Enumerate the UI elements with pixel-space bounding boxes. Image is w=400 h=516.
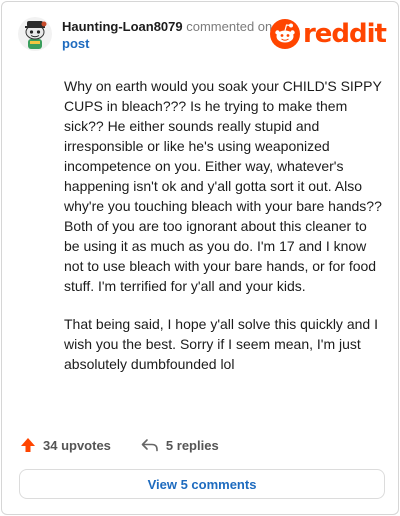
reply-arrow-icon bbox=[141, 439, 158, 452]
replies-count: 5 replies bbox=[165, 437, 219, 453]
username[interactable]: Haunting-Loan8079 bbox=[62, 19, 183, 34]
commented-on-text: commented on bbox=[186, 19, 273, 34]
upvote-arrow-icon bbox=[21, 438, 35, 452]
reddit-logo[interactable]: reddit bbox=[269, 19, 387, 49]
comment-meta: Haunting-Loan8079 commented on post bbox=[62, 18, 272, 52]
snoo-avatar-icon bbox=[18, 17, 52, 51]
upvote-button[interactable]: 34 upvotes bbox=[20, 437, 111, 453]
upvote-count: 34 upvotes bbox=[43, 437, 111, 453]
comment-body: Why on earth would you soak your CHILD'S… bbox=[64, 76, 384, 392]
comment-header: Haunting-Loan8079 commented on post redd… bbox=[18, 14, 387, 54]
view-comments-button[interactable]: View 5 comments bbox=[19, 469, 385, 499]
comment-paragraph: That being said, I hope y'all solve this… bbox=[64, 316, 378, 372]
user-avatar[interactable] bbox=[18, 17, 52, 51]
comment-actions: 34 upvotes 5 replies bbox=[20, 434, 249, 456]
replies-button[interactable]: 5 replies bbox=[141, 438, 219, 453]
post-link[interactable]: post bbox=[62, 35, 272, 52]
reddit-snoo-icon bbox=[269, 19, 300, 49]
comment-paragraph: Why on earth would you soak your CHILD'S… bbox=[64, 78, 382, 294]
comment-card: Haunting-Loan8079 commented on post redd… bbox=[1, 1, 399, 515]
reddit-wordmark: reddit bbox=[302, 19, 387, 49]
